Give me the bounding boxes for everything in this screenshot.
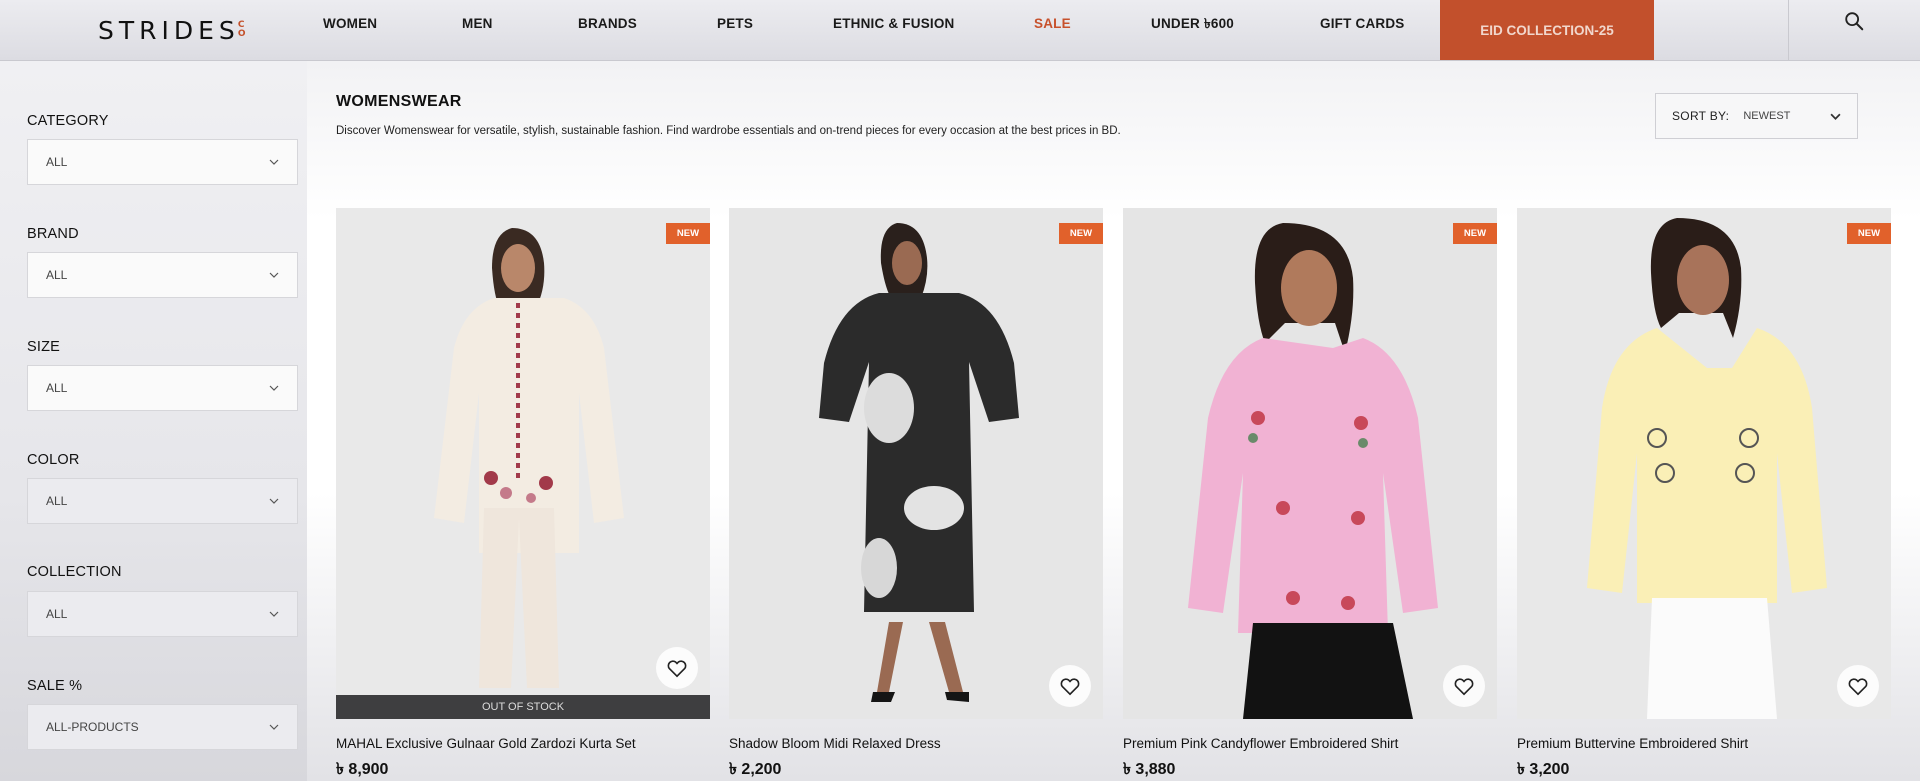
filter-label-sale: SALE % [27,678,83,694]
brand-logo[interactable]: STRIDES C O [98,10,245,50]
category-value: ALL [46,155,68,169]
chevron-down-icon [269,611,279,617]
product-image[interactable]: NEW OUT OF STOCK [336,208,710,719]
heart-icon [1454,678,1474,696]
top-navigation: STRIDES C O WOMEN MEN BRANDS PETS ETHNIC… [0,0,1920,61]
nav-pets[interactable]: PETS [717,0,753,48]
filter-label-category: CATEGORY [27,113,109,129]
chevron-down-icon [269,385,279,391]
logo-suffix: C O [237,20,246,39]
filter-label-color: COLOR [27,452,80,468]
filter-label-brand: BRAND [27,226,79,242]
product-card[interactable]: NEW Premium Pink Candyflower Embroidered… [1123,208,1497,781]
nav-eid-collection[interactable]: EID COLLECTION-25 [1440,0,1654,60]
filter-label-collection: COLLECTION [27,564,122,580]
nav-men[interactable]: MEN [462,0,493,48]
product-image[interactable]: NEW [1517,208,1891,719]
brand-select[interactable]: ALL [27,252,298,298]
product-listing: WOMENSWEAR Discover Womenswear for versa… [307,61,1920,781]
sale-select[interactable]: ALL-PRODUCTS [27,704,298,750]
product-price: ৳ 8,900 [336,761,389,778]
new-badge: NEW [666,223,710,244]
out-of-stock-bar: OUT OF STOCK [336,695,710,719]
new-badge: NEW [1847,223,1891,244]
nav-under-600[interactable]: UNDER ৳600 [1151,0,1234,48]
category-select[interactable]: ALL [27,139,298,185]
model-figure-illustration [336,208,710,719]
model-figure-illustration [1123,208,1497,719]
brand-value: ALL [46,268,68,282]
sort-label: SORT BY: [1672,109,1730,123]
nav-women[interactable]: WOMEN [323,0,377,48]
model-figure-illustration [1517,208,1891,719]
wishlist-button[interactable] [1049,665,1091,707]
new-badge: NEW [1453,223,1497,244]
nav-sale[interactable]: SALE [1034,0,1071,48]
filter-label-size: SIZE [27,339,61,355]
product-image[interactable]: NEW [1123,208,1497,719]
product-card[interactable]: NEW Premium Buttervine Embroidered Shirt… [1517,208,1891,781]
chevron-down-icon [269,272,279,278]
collection-select[interactable]: ALL [27,591,298,637]
chevron-down-icon [269,159,279,165]
color-select[interactable]: ALL [27,478,298,524]
heart-icon [1848,678,1868,696]
heart-icon [1060,678,1080,696]
filter-sidebar: CATEGORY ALL BRAND ALL SIZE ALL COLOR AL… [0,61,307,781]
product-name[interactable]: Premium Pink Candyflower Embroidered Shi… [1123,736,1497,751]
sale-value: ALL-PRODUCTS [46,720,139,734]
color-value: ALL [46,494,68,508]
product-price: ৳ 2,200 [729,761,782,778]
wishlist-button[interactable] [1443,665,1485,707]
heart-icon [667,660,687,678]
logo-text: STRIDES [98,15,240,45]
model-figure-illustration [729,208,1103,719]
new-badge: NEW [1059,223,1103,244]
product-image[interactable]: NEW [729,208,1103,719]
product-name[interactable]: MAHAL Exclusive Gulnaar Gold Zardozi Kur… [336,736,710,751]
product-name[interactable]: Premium Buttervine Embroidered Shirt [1517,736,1891,751]
product-price: ৳ 3,200 [1517,761,1570,778]
collection-value: ALL [46,607,68,621]
sort-select[interactable]: SORT BY: NEWEST [1655,93,1858,139]
chevron-down-icon [269,498,279,504]
product-price: ৳ 3,880 [1123,761,1176,778]
nav-gift-cards[interactable]: GIFT CARDS [1320,0,1405,48]
wishlist-button[interactable] [1837,665,1879,707]
sort-value: NEWEST [1743,110,1791,122]
product-card[interactable]: NEW Shadow Bloom Midi Relaxed Dress ৳ 2,… [729,208,1103,781]
chevron-down-icon [1830,113,1841,120]
product-name[interactable]: Shadow Bloom Midi Relaxed Dress [729,736,1103,751]
page-description: Discover Womenswear for versatile, styli… [336,125,1121,137]
size-select[interactable]: ALL [27,365,298,411]
search-icon[interactable] [1843,10,1865,32]
nav-divider [1788,0,1789,60]
nav-ethnic-fusion[interactable]: ETHNIC & FUSION [833,0,955,48]
wishlist-button[interactable] [656,647,698,689]
chevron-down-icon [269,724,279,730]
size-value: ALL [46,381,68,395]
nav-brands[interactable]: BRANDS [578,0,637,48]
page-title: WOMENSWEAR [336,93,462,110]
product-card[interactable]: NEW OUT OF STOCK MAHAL Exclusive Gulnaar… [336,208,710,781]
